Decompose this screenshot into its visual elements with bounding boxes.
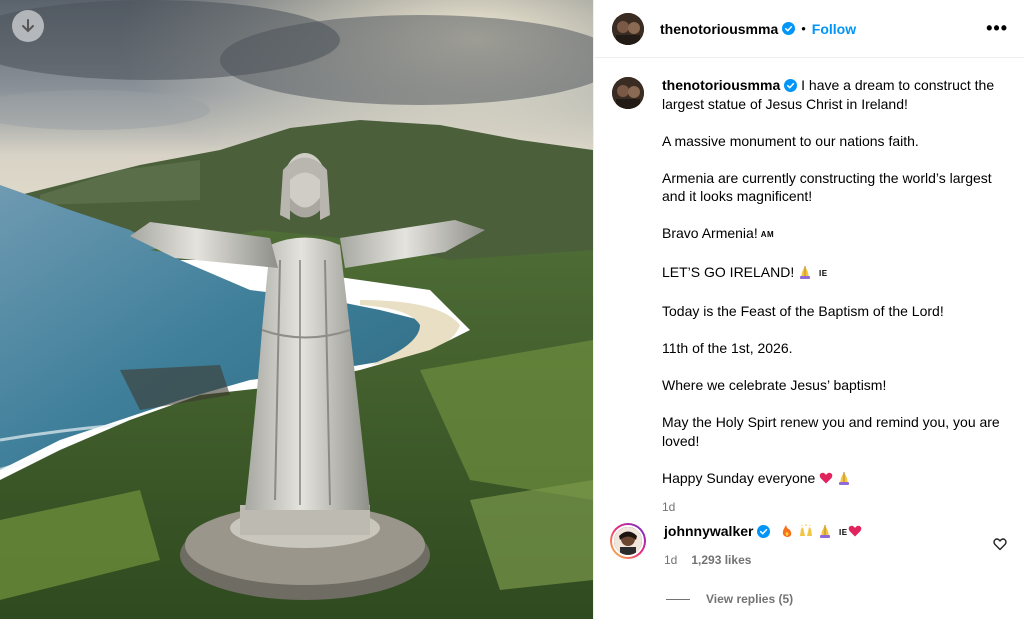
post-header: thenotoriousmma • Follow ••• bbox=[594, 0, 1024, 58]
avatar[interactable] bbox=[612, 12, 644, 45]
comment-item: johnnywalker IE 1d 1,293 likes bbox=[610, 523, 1015, 567]
caption-paragraph: Bravo Armenia! AM bbox=[662, 224, 1002, 245]
verified-badge-icon bbox=[757, 525, 771, 538]
arrow-down-icon bbox=[22, 19, 34, 33]
fire-emoji-icon bbox=[783, 525, 792, 537]
author-username[interactable]: thenotoriousmma bbox=[660, 21, 778, 37]
praying-hands-emoji-icon bbox=[800, 266, 811, 279]
raised-hands-emoji-icon bbox=[800, 524, 813, 536]
comment-timestamp[interactable]: 1d bbox=[664, 553, 677, 567]
armenia-flag-icon: AM bbox=[760, 230, 775, 239]
comment-body: johnnywalker IE 1d 1,293 likes bbox=[664, 523, 862, 567]
download-button[interactable] bbox=[12, 10, 44, 42]
commenter-avatar-image bbox=[614, 527, 642, 555]
caption-text-segment: Bravo Armenia! bbox=[662, 225, 758, 241]
ireland-flag-icon: IE bbox=[819, 269, 828, 278]
caption-username[interactable]: thenotoriousmma bbox=[662, 77, 780, 93]
caption-text-segment: LET’S GO IRELAND! bbox=[662, 264, 795, 280]
post-timestamp[interactable]: 1d bbox=[662, 498, 1002, 517]
praying-hands-emoji-icon bbox=[820, 525, 831, 538]
caption-paragraph: 11th of the 1st, 2026. bbox=[662, 340, 793, 356]
red-heart-emoji-icon bbox=[819, 472, 833, 483]
post-caption: thenotoriousmma I have a dream to constr… bbox=[612, 76, 1012, 516]
view-replies-button[interactable]: View replies (5) bbox=[666, 592, 793, 606]
verified-badge-icon bbox=[782, 22, 796, 35]
caption-avatar[interactable] bbox=[612, 77, 644, 109]
author-avatar-image bbox=[612, 12, 644, 45]
statue-landscape-image bbox=[0, 0, 593, 619]
caption-paragraph: Today is the Feast of the Baptism of the… bbox=[662, 303, 944, 319]
follow-button[interactable]: Follow bbox=[812, 21, 856, 37]
comment-meta: 1d 1,293 likes bbox=[664, 553, 862, 567]
caption-text-segment: Happy Sunday everyone bbox=[662, 469, 816, 486]
caption-paragraph: Armenia are currently constructing the w… bbox=[662, 169, 992, 205]
caption-text: thenotoriousmma I have a dream to constr… bbox=[662, 76, 1002, 516]
author-avatar-image bbox=[612, 77, 644, 109]
comment-likes[interactable]: 1,293 likes bbox=[691, 553, 751, 567]
ireland-flag-icon: IE bbox=[839, 528, 848, 537]
commenter-username[interactable]: johnnywalker bbox=[664, 523, 753, 539]
comment-avatar[interactable] bbox=[610, 523, 646, 559]
caption-paragraph: Where we celebrate Jesus’ baptism! bbox=[662, 377, 887, 393]
view-replies-label: View replies (5) bbox=[706, 592, 794, 606]
caption-paragraph: A massive monument to our nations faith. bbox=[662, 132, 919, 149]
post-image[interactable] bbox=[0, 0, 593, 619]
red-heart-emoji-icon bbox=[848, 525, 861, 537]
replies-divider bbox=[666, 598, 690, 600]
praying-hands-emoji-icon bbox=[839, 471, 850, 485]
verified-badge-icon bbox=[784, 79, 798, 92]
caption-paragraph: Happy Sunday everyone bbox=[662, 469, 1002, 488]
more-options-icon[interactable]: ••• bbox=[986, 18, 1008, 39]
separator-dot: • bbox=[801, 21, 806, 36]
caption-paragraph: LET’S GO IRELAND! IE bbox=[662, 263, 1002, 284]
heart-outline-icon[interactable] bbox=[993, 537, 1007, 551]
post-details-panel: thenotoriousmma • Follow ••• thenotoriou… bbox=[593, 0, 1024, 619]
caption-paragraph: May the Holy Spirt renew you and remind … bbox=[662, 414, 1000, 449]
